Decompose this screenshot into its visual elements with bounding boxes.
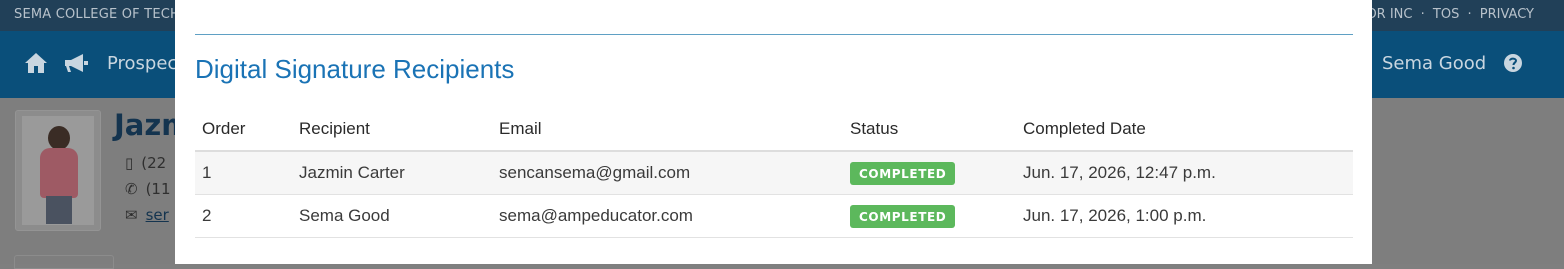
email-line[interactable]: ✉ ser	[125, 206, 169, 224]
row-order: 2	[195, 194, 292, 238]
recipients-modal: Digital Signature Recipients Order Recip…	[175, 0, 1372, 264]
recipients-table: Order Recipient Email Status Completed D…	[195, 108, 1353, 238]
home-icon[interactable]	[24, 52, 48, 74]
privacy-link[interactable]: PRIVACY	[1480, 7, 1534, 22]
separator: ·	[1420, 7, 1425, 22]
row-recipient: Jazmin Carter	[292, 151, 492, 195]
separator: ·	[1467, 7, 1472, 22]
modal-divider	[195, 34, 1353, 35]
table-row: 2 Sema Good sema@ampeducator.com COMPLET…	[195, 194, 1353, 238]
table-header-row: Order Recipient Email Status Completed D…	[195, 108, 1353, 152]
envelope-icon: ✉	[125, 206, 138, 224]
row-completed-date: Jun. 17, 2026, 1:00 p.m.	[1016, 194, 1353, 238]
top-links: OR INC · TOS · PRIVACY	[1362, 7, 1534, 22]
table-row: 1 Jazmin Carter sencansema@gmail.com COM…	[195, 151, 1353, 195]
status-badge: COMPLETED	[850, 204, 956, 228]
phone-icon: ✆	[125, 180, 138, 198]
help-icon[interactable]	[1503, 53, 1523, 73]
company-link[interactable]: OR INC	[1366, 7, 1412, 22]
profile-tab	[14, 255, 114, 269]
mobile-icon: ▯	[125, 154, 134, 172]
row-order: 1	[195, 151, 292, 195]
col-completed-date: Completed Date	[1016, 108, 1353, 152]
status-badge: COMPLETED	[850, 161, 956, 185]
col-status: Status	[843, 108, 1016, 152]
mobile-line: ▯ (22	[125, 154, 167, 172]
modal-title: Digital Signature Recipients	[195, 54, 515, 84]
megaphone-icon[interactable]	[63, 53, 89, 73]
row-completed-date: Jun. 17, 2026, 12:47 p.m.	[1016, 151, 1353, 195]
avatar	[15, 110, 101, 231]
tos-link[interactable]: TOS	[1433, 7, 1459, 22]
row-recipient: Sema Good	[292, 194, 492, 238]
col-recipient: Recipient	[292, 108, 492, 152]
college-name: SEMA COLLEGE OF TECH	[14, 7, 180, 22]
row-email: sencansema@gmail.com	[492, 151, 843, 195]
col-email: Email	[492, 108, 843, 152]
user-menu[interactable]: Sema Good	[1382, 53, 1486, 74]
nav-prospects[interactable]: Prospec	[107, 53, 177, 74]
row-email: sema@ampeducator.com	[492, 194, 843, 238]
phone-line: ✆ (11	[125, 180, 171, 198]
col-order: Order	[195, 108, 292, 152]
